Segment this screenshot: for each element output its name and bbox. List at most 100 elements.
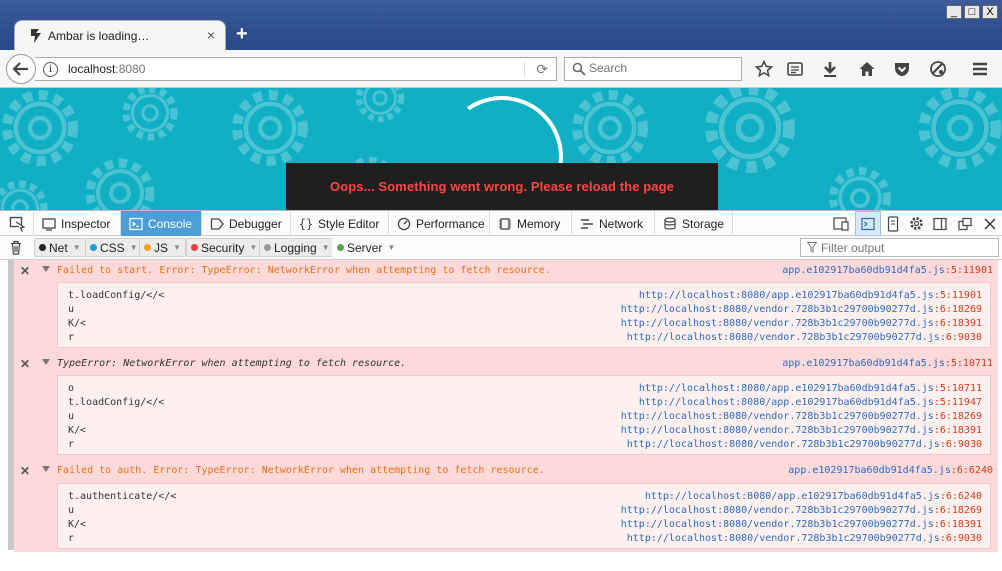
error-text: TypeError: NetworkError when attempting … — [57, 358, 407, 369]
filter-logging-button[interactable]: Logging ▼ — [259, 238, 335, 257]
tab-memory[interactable]: Memory — [490, 211, 572, 236]
error-toast-message: Oops... Something went wrong. Please rel… — [330, 179, 674, 194]
tab-network[interactable]: Network — [572, 211, 655, 236]
tab-inspector[interactable]: Inspector — [34, 211, 121, 236]
frame-function: t.authenticate/</< — [68, 491, 177, 502]
home-icon[interactable] — [858, 60, 876, 78]
frame-location-link[interactable]: http://localhost:8080/vendor.728b3b1c297… — [621, 519, 982, 530]
tab-console-label: Console — [148, 216, 193, 231]
frame-line: :5:11947 — [933, 397, 982, 408]
tab-network-label: Network — [599, 216, 644, 231]
frame-line: :5:10711 — [933, 383, 982, 394]
error-source-link[interactable]: app.e102917ba60db91d4fa5.js:6:6240 — [788, 465, 993, 476]
frame-location-link[interactable]: http://localhost:8080/vendor.728b3b1c297… — [621, 318, 982, 329]
stack-frame: o http://localhost:8080/app.e102917ba60db… — [68, 383, 982, 397]
frame-location-link[interactable]: http://localhost:8080/vendor.728b3b1c297… — [627, 439, 982, 450]
frame-line: :6:9030 — [939, 533, 982, 544]
frame-select-icon[interactable] — [881, 211, 905, 236]
frame-line: :6:9030 — [939, 439, 982, 450]
frame-function: r — [68, 533, 75, 544]
frame-function: K/< — [68, 318, 87, 329]
tab-performance[interactable]: Performance — [389, 211, 490, 236]
frame-url: http://localhost:8080/vendor.728b3b1c297… — [620, 425, 934, 436]
tab-title: Ambar is loading… — [48, 29, 150, 43]
new-tab-button[interactable]: + — [236, 24, 248, 44]
filter-net-button[interactable]: Net ▼ — [34, 238, 86, 257]
url-text[interactable]: localhost:8080 — [68, 62, 145, 76]
settings-gear-icon[interactable] — [905, 211, 927, 236]
close-window-button[interactable]: X — [982, 5, 998, 19]
clear-console-trash-icon[interactable] — [9, 240, 23, 258]
tab-close-icon[interactable]: × — [207, 27, 215, 43]
responsive-design-icon[interactable] — [829, 211, 855, 236]
frame-location-link[interactable]: http://localhost:8080/vendor.728b3b1c297… — [621, 505, 982, 516]
filter-security-button[interactable]: Security ▼ — [186, 238, 263, 257]
filter-output-field[interactable] — [800, 238, 999, 257]
frame-line: :6:9030 — [939, 332, 982, 343]
frame-function: r — [68, 439, 75, 450]
filter-server-button[interactable]: Server ▼ — [332, 238, 401, 257]
frame-location-link[interactable]: http://localhost:8080/app.e102917ba60db9… — [639, 290, 982, 301]
frame-url: http://localhost:8080/vendor.728b3b1c297… — [620, 505, 934, 516]
stack-frame: u http://localhost:8080/vendor.728b3b1c29… — [68, 304, 982, 318]
stack-frame: K/< http://localhost:8080/vendor.728b3b1c… — [68, 318, 982, 332]
back-button[interactable] — [6, 54, 36, 84]
error-x-icon: ✕ — [20, 464, 31, 478]
page-viewport: Oops... Something went wrong. Please rel… — [0, 88, 1002, 210]
error-source-link[interactable]: app.e102917ba60db91d4fa5.js:5:11901 — [782, 265, 993, 276]
tab-console[interactable]: Console — [121, 211, 202, 236]
pick-element-icon[interactable] — [0, 211, 34, 236]
expand-twisty-icon[interactable] — [42, 466, 50, 472]
filter-output-input[interactable] — [821, 241, 991, 255]
dropdown-arrow-icon: ▼ — [173, 243, 181, 252]
browser-tab[interactable]: Ambar is loading… × — [14, 20, 226, 50]
bookmark-star-icon[interactable] — [755, 60, 773, 78]
downloads-icon[interactable] — [821, 60, 839, 78]
tab-storage[interactable]: Storage — [655, 211, 733, 236]
console-icon — [129, 217, 143, 231]
scratchpad-console-icon[interactable] — [855, 211, 881, 236]
frame-location-link[interactable]: http://localhost:8080/app.e102917ba60db9… — [639, 397, 982, 408]
hamburger-menu-icon[interactable] — [971, 60, 989, 78]
frame-location-link[interactable]: http://localhost:8080/app.e102917ba60db9… — [645, 491, 982, 502]
maximize-button[interactable]: □ — [964, 5, 980, 19]
dock-side-icon[interactable] — [929, 211, 951, 236]
separate-window-icon[interactable] — [954, 211, 976, 236]
frame-line: :6:18269 — [933, 505, 982, 516]
frame-url: http://localhost:8080/vendor.728b3b1c297… — [626, 439, 940, 450]
close-devtools-icon[interactable] — [979, 211, 1001, 236]
filter-js-button[interactable]: JS ▼ — [139, 238, 186, 257]
filter-js-label: JS — [154, 240, 169, 255]
minimize-button[interactable]: _ — [946, 5, 962, 19]
search-input[interactable] — [589, 61, 734, 75]
frame-location-link[interactable]: http://localhost:8080/vendor.728b3b1c297… — [627, 332, 982, 343]
search-bar[interactable] — [564, 57, 742, 81]
error-source-link[interactable]: app.e102917ba60db91d4fa5.js:5:10711 — [782, 358, 993, 369]
dropdown-arrow-icon: ▼ — [129, 243, 138, 252]
source-line: :6:6240 — [950, 465, 993, 476]
frame-url: http://localhost:8080/app.e102917ba60db9… — [638, 290, 934, 301]
site-info-icon[interactable]: i — [43, 62, 58, 77]
frame-location-link[interactable]: http://localhost:8080/vendor.728b3b1c297… — [621, 425, 982, 436]
filter-net-label: Net — [49, 240, 68, 255]
console-error-message: ✕ Failed to auth. Error: TypeError: Netw… — [14, 460, 998, 552]
stack-trace: t.loadConfig/</< http://localhost:8080/ap… — [57, 282, 991, 348]
pocket-icon[interactable] — [893, 60, 911, 78]
tab-style-editor[interactable]: {} Style Editor — [291, 211, 389, 236]
console-error-message: ✕ TypeError: NetworkError when attemptin… — [14, 353, 998, 460]
reading-list-icon[interactable] — [786, 60, 804, 78]
expand-twisty-icon[interactable] — [42, 266, 50, 272]
tab-debugger[interactable]: Debugger — [202, 211, 291, 236]
frame-location-link[interactable]: http://localhost:8080/app.e102917ba60db9… — [639, 383, 982, 394]
frame-function: u — [68, 505, 75, 516]
frame-function: o — [68, 383, 75, 394]
frame-url: http://localhost:8080/app.e102917ba60db9… — [638, 383, 934, 394]
url-bar[interactable]: i localhost:8080 ⟳ — [35, 57, 557, 81]
expand-twisty-icon[interactable] — [42, 359, 50, 365]
reload-icon[interactable]: ⟳ — [536, 61, 548, 78]
frame-location-link[interactable]: http://localhost:8080/vendor.728b3b1c297… — [621, 304, 982, 315]
filter-css-button[interactable]: CSS ▼ — [85, 238, 143, 257]
frame-location-link[interactable]: http://localhost:8080/vendor.728b3b1c297… — [621, 411, 982, 422]
developer-tools-icon[interactable] — [929, 60, 947, 78]
frame-location-link[interactable]: http://localhost:8080/vendor.728b3b1c297… — [627, 533, 982, 544]
